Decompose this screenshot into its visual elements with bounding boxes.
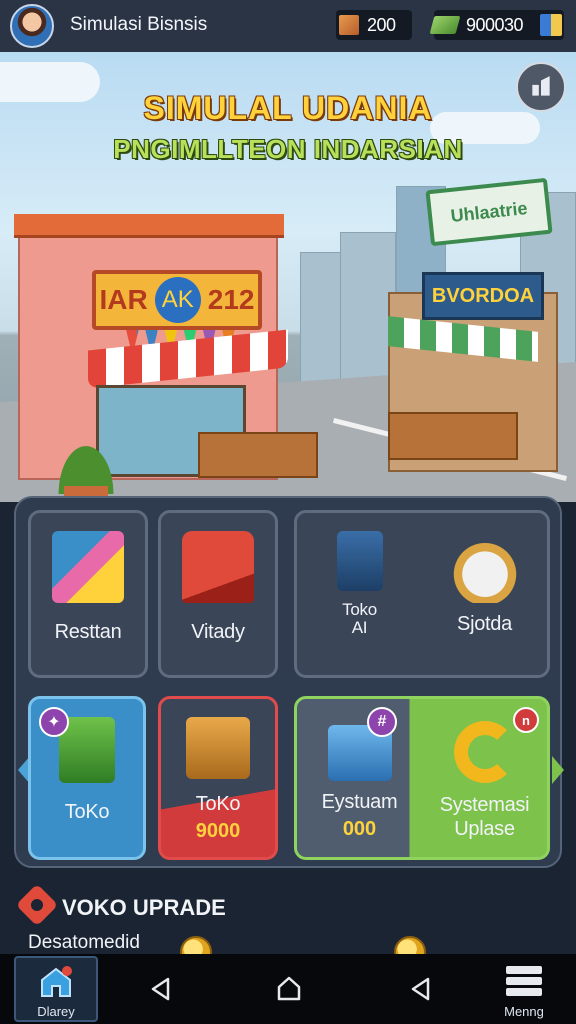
- nav-home-button[interactable]: Dlarey: [14, 956, 98, 1022]
- crate-icon: [339, 15, 359, 35]
- tile-toko-1-label: ToKo: [64, 801, 110, 823]
- second-shop-sign-text: BVORDOA: [431, 284, 535, 307]
- back-triangle-icon: [151, 977, 170, 1001]
- grocery-basket-icon: [448, 531, 521, 603]
- tile-toko-1[interactable]: ✦ ToKo: [28, 696, 146, 860]
- upgrade-icon: [15, 883, 59, 927]
- tile-resttan-label: Resttan: [54, 621, 122, 643]
- tile-toko-2-label: ToKo: [195, 793, 241, 815]
- tile-eystuam-label: Eystuam: [321, 791, 398, 813]
- main-shop-sign-right: 212: [207, 284, 255, 315]
- tile-sjotda[interactable]: Sjotda: [422, 513, 547, 675]
- main-shop-building[interactable]: IAR AK 212: [14, 200, 318, 502]
- shop-counter: [198, 432, 318, 478]
- second-shop-counter: [388, 412, 518, 460]
- shop-roof: [14, 214, 284, 238]
- cash-register-icon: [186, 717, 250, 779]
- blue-cabinet-icon: [336, 531, 383, 591]
- main-shop-sign-left: IAR: [99, 284, 148, 315]
- shop-scene: SIMULAL UDANIA PNGIMLLTEON INDARSIAN IAR…: [0, 52, 576, 502]
- resource-cash-counter[interactable]: 900030: [429, 10, 564, 40]
- upgrade-title: VOKO UPRADE: [62, 895, 226, 920]
- tile-eystuam[interactable]: Eystuam 000: [297, 699, 422, 857]
- home-button[interactable]: [272, 972, 306, 1006]
- background-sign-text: Uhlaatrie: [449, 197, 529, 226]
- menu-icon: [506, 966, 542, 996]
- scene-subtitle: PNGIMLLTEON INDARSIAN: [113, 134, 463, 164]
- tile-upgrade-group[interactable]: Eystuam 000 # Systemasi Uplase n: [294, 696, 550, 860]
- resource-crate-value: 200: [367, 14, 396, 35]
- tile-toko-ai[interactable]: Toko AI: [297, 513, 422, 675]
- recent-button[interactable]: [404, 972, 438, 1006]
- nav-menu-button[interactable]: Menng: [492, 956, 556, 1022]
- tile-toko-ai-group[interactable]: Toko AI Sjotda: [294, 510, 550, 678]
- tile-toko-2-value: 9000: [195, 820, 241, 842]
- top-bar: Simulasi Bisnsis 200 900030: [0, 0, 576, 52]
- red-sofa-icon: [182, 531, 254, 603]
- business-panel: Resttan Vitady Toko AI Sjotda ✦ ToKo ToK…: [14, 496, 564, 868]
- tile-systemasi-label: Systemasi Uplase: [439, 794, 530, 840]
- resource-crate-counter[interactable]: 200: [336, 10, 412, 40]
- nav-home-label: Dlarey: [37, 1004, 75, 1019]
- main-shop-sign: IAR AK 212: [92, 270, 262, 330]
- second-shop-building[interactable]: BVORDOA: [388, 272, 558, 472]
- player-avatar[interactable]: [10, 4, 54, 48]
- tile-toko-ai-label: Toko AI: [342, 600, 377, 637]
- snack-goods-icon: [52, 531, 124, 603]
- house-icon: [41, 966, 72, 997]
- main-shop-logo: AK: [154, 277, 201, 323]
- info-icon: n: [513, 707, 539, 733]
- bottom-nav: Dlarey Menng: [0, 954, 576, 1024]
- back-triangle-icon: [411, 977, 430, 1001]
- tile-sjotda-label: Sjotda: [457, 613, 512, 635]
- build-icon: [532, 76, 550, 96]
- build-button[interactable]: [516, 62, 566, 112]
- upgrade-subtitle: Desatomedid: [28, 932, 140, 953]
- hammer-icon: ✦: [39, 707, 69, 737]
- gold-c-icon: [453, 721, 516, 783]
- flag-icon[interactable]: [540, 14, 562, 36]
- resource-cash-value: 900030: [466, 14, 524, 35]
- second-shop-sign: BVORDOA: [422, 272, 544, 320]
- back-button[interactable]: [144, 972, 178, 1006]
- tile-vitady-label: Vitady: [191, 621, 245, 643]
- nav-menu-label: Menng: [504, 1004, 544, 1019]
- tile-vitady[interactable]: Vitady: [158, 510, 278, 678]
- tile-resttan[interactable]: Resttan: [28, 510, 148, 678]
- tile-eystuam-value: 000: [342, 818, 377, 840]
- hashtag-icon: #: [367, 707, 397, 737]
- tile-toko-2[interactable]: ToKo 9000: [158, 696, 278, 860]
- home-pentagon-icon: [277, 976, 301, 1001]
- scene-title: SIMULAL UDANIA: [143, 90, 433, 126]
- cash-icon: [429, 16, 461, 34]
- app-title: Simulasi Bisnsis: [70, 14, 208, 35]
- scroll-right-arrow[interactable]: [552, 756, 564, 784]
